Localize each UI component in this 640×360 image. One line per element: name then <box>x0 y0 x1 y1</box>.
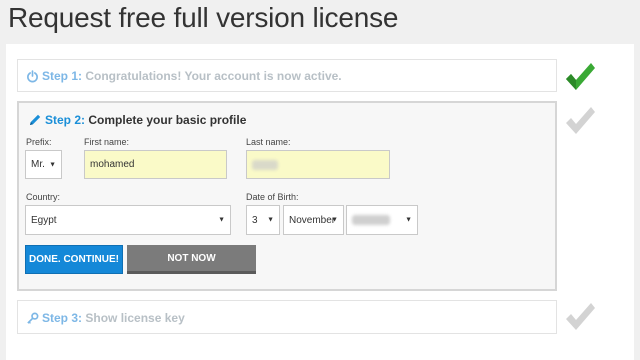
step-3-header: Step 3: Show license key <box>26 311 185 328</box>
dob-label: Date of Birth: <box>246 192 299 202</box>
chevron-down-icon: ▼ <box>405 216 412 224</box>
power-icon <box>26 70 39 86</box>
last-name-redacted <box>252 159 278 170</box>
step-2-header: Step 2: Complete your basic profile <box>28 113 246 130</box>
prefix-label: Prefix: <box>26 137 52 147</box>
step-3-box: Step 3: Show license key <box>17 300 557 334</box>
step-1-text: Congratulations! Your account is now act… <box>85 69 342 83</box>
key-icon <box>26 312 39 328</box>
step-1-box: Step 1: Congratulations! Your account is… <box>17 59 557 92</box>
step-3-check-icon <box>566 303 595 330</box>
prefix-value: Mr. <box>31 159 45 170</box>
dob-year-redacted <box>352 215 390 225</box>
step-1-header: Step 1: Congratulations! Your account is… <box>26 69 342 86</box>
step-3-text: Show license key <box>85 311 185 325</box>
chevron-down-icon: ▼ <box>331 216 338 224</box>
step-2-text: Complete your basic profile <box>88 113 247 127</box>
page-title: Request free full version license <box>8 2 399 33</box>
last-name-label: Last name: <box>246 137 291 147</box>
dob-day-select[interactable]: 3 ▼ <box>246 205 280 235</box>
country-select[interactable]: Egypt ▼ <box>25 205 231 235</box>
step-2-number: Step 2: <box>45 113 86 127</box>
dob-day-value: 3 <box>252 214 258 226</box>
chevron-down-icon: ▼ <box>49 161 56 168</box>
dob-year-select[interactable]: ▼ <box>346 205 418 235</box>
first-name-value: mohamed <box>90 159 135 170</box>
step-1-check-icon <box>566 63 595 90</box>
country-label: Country: <box>26 192 61 202</box>
country-value: Egypt <box>31 214 57 226</box>
chevron-down-icon: ▼ <box>218 216 225 224</box>
chevron-down-icon: ▼ <box>267 216 274 224</box>
prefix-select[interactable]: Mr. ▼ <box>25 150 62 179</box>
step-3-number: Step 3: <box>42 311 83 325</box>
last-name-field[interactable] <box>246 150 390 179</box>
done-continue-button[interactable]: DONE. CONTINUE! <box>25 245 123 274</box>
step-1-number: Step 1: <box>42 69 83 83</box>
not-now-button[interactable]: NOT NOW <box>127 245 256 274</box>
first-name-field[interactable]: mohamed <box>84 150 227 179</box>
dob-month-value: November <box>289 214 336 226</box>
step-2-check-icon <box>566 107 595 134</box>
first-name-label: First name: <box>84 137 130 147</box>
dob-month-select[interactable]: November ▼ <box>283 205 344 235</box>
pencil-icon <box>28 113 42 130</box>
